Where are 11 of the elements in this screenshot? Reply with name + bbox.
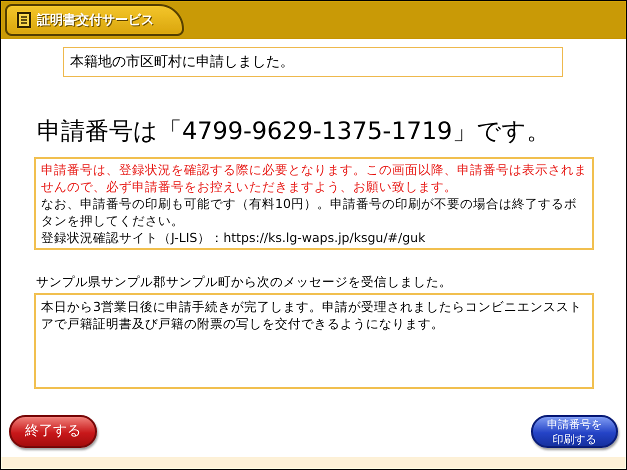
exit-button[interactable]: 終了する <box>9 414 97 448</box>
message-text: 本日から3営業日後に申請手続きが完了します。申請が受理されましたらコンビニエンスストアで戸籍証明書及び戸籍の附票の写しを交付できるようになります。 <box>34 293 594 389</box>
message-label: サンプル県サンプル郡サンプル町から次のメッセージを受信しました。 <box>36 274 453 291</box>
note-text: なお、申請番号の印刷も可能です（有料10円）。申請番号の印刷が不要の場合は終了するボタンを押してください。 <box>41 195 578 229</box>
site-text: 登録状況確認サイト（J-LIS）：https://ks.lg-waps.jp/ksgu/#/guk <box>41 229 426 246</box>
service-title: 証明書交付サービス <box>37 12 154 29</box>
list-icon <box>17 12 31 28</box>
warning-text: 申請番号は、登録状況を確認する際に必要となります。この画面以降、申請番号は表示されませんので、必ず申請番号をお控えいただきますよう、お願い致します。 <box>41 161 587 195</box>
print-button[interactable]: 申請番号を印刷する <box>531 414 618 448</box>
application-number-heading: 申請番号は「4799-9629-1375-1719」です。 <box>37 116 552 147</box>
notice-text: 本籍地の市区町村に申請しました。 <box>63 47 563 77</box>
